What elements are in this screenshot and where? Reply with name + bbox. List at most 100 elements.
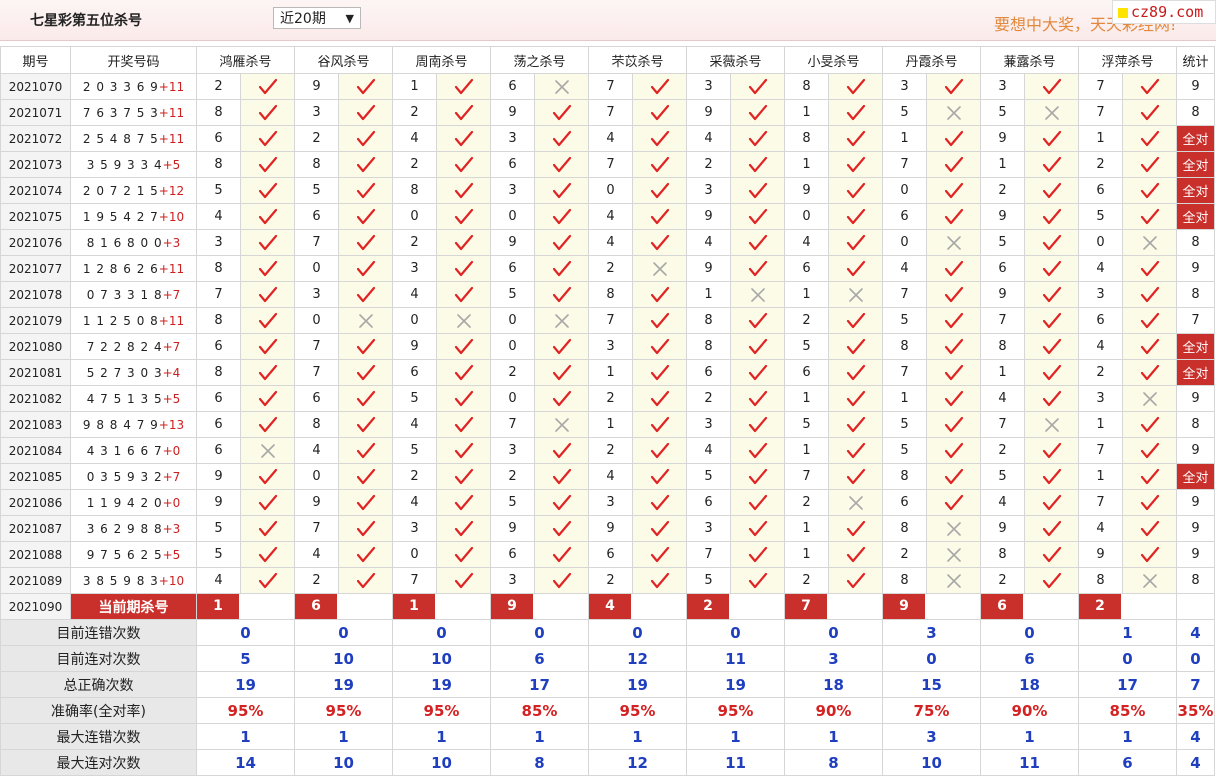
cross-icon (1026, 104, 1078, 122)
kill-number-cell: 6 (980, 255, 1025, 282)
check-icon (438, 546, 490, 564)
check-icon (1026, 286, 1078, 304)
kill-number-cell: 3 (1078, 385, 1123, 412)
summary-value: 10 (882, 749, 981, 776)
summary-value: 0 (980, 619, 1079, 646)
check-icon (830, 208, 882, 226)
kill-number-cell: 3 (686, 177, 731, 204)
check-icon (340, 286, 392, 304)
table-row: 2021075 1 9 5 4 2 7+10 4 6 0 0 4 9 0 6 9 5 全对 (0, 203, 1215, 230)
kill-number-cell: 2 (392, 151, 437, 178)
check-icon (634, 520, 686, 538)
kill-number-cell: 8 (980, 541, 1025, 568)
result-cell (926, 281, 981, 308)
check-icon (438, 364, 490, 382)
kill-number-cell: 7 (294, 229, 339, 256)
result-cell (926, 385, 981, 412)
kill-number-cell: 8 (784, 73, 829, 100)
draw-sum: +5 (162, 157, 181, 172)
check-icon (928, 468, 980, 486)
kill-number-cell: 9 (686, 255, 731, 282)
result-cell (926, 359, 981, 386)
period-select[interactable]: 近20期 ▼ (273, 7, 361, 29)
result-cell (730, 385, 785, 412)
result-cell (730, 203, 785, 230)
check-icon (634, 546, 686, 564)
draw-cell: 1 1 2 5 0 8+11 (70, 307, 197, 334)
check-icon (928, 494, 980, 512)
kill-number-cell: 9 (196, 463, 241, 490)
summary-value: 17 (490, 671, 589, 698)
draw-cell: 4 3 1 6 6 7+0 (70, 437, 197, 464)
kill-number-cell: 6 (490, 151, 535, 178)
draw-cell: 3 5 9 3 3 4+5 (70, 151, 197, 178)
result-cell (1122, 515, 1177, 542)
result-cell (338, 177, 393, 204)
table-row: 2021078 0 7 3 3 1 8+7 7 3 4 5 8 1 1 7 9 3 8 (0, 281, 1215, 308)
result-cell (730, 541, 785, 568)
kill-number-cell: 3 (490, 177, 535, 204)
check-icon (830, 104, 882, 122)
result-cell (338, 151, 393, 178)
result-cell (240, 567, 295, 594)
kill-number-cell: 4 (686, 437, 731, 464)
summary-value: 1 (1078, 619, 1177, 646)
result-cell (632, 255, 687, 282)
result-cell (1122, 281, 1177, 308)
check-icon (438, 442, 490, 460)
issue-cell: 2021086 (0, 489, 71, 516)
kill-number-cell: 1 (980, 359, 1025, 386)
check-icon (732, 546, 784, 564)
site-badge[interactable]: cz89.com (1112, 0, 1216, 24)
check-icon (830, 572, 882, 590)
kill-number-cell: 1 (1078, 411, 1123, 438)
result-cell (730, 515, 785, 542)
kill-number-cell: 8 (784, 125, 829, 152)
kill-number-cell: 6 (196, 411, 241, 438)
summary-label: 总正确次数 (0, 671, 197, 698)
kill-number-cell: 6 (196, 125, 241, 152)
draw-cell: 2 0 3 3 6 9+11 (70, 73, 197, 100)
check-icon (830, 416, 882, 434)
current-kill-cell: 6 (980, 593, 1079, 620)
kill-number-cell: 2 (588, 255, 633, 282)
kill-number-cell: 0 (588, 177, 633, 204)
summary-value: 11 (686, 645, 785, 672)
kill-number-cell: 7 (588, 73, 633, 100)
result-cell (828, 281, 883, 308)
kill-number-cell: 6 (294, 385, 339, 412)
col-stat: 统计 (1176, 46, 1215, 74)
check-icon (928, 312, 980, 330)
kill-number-cell: 6 (490, 255, 535, 282)
draw-digits: 1 1 2 5 0 8 (82, 313, 159, 328)
draw-sum: +3 (162, 235, 181, 250)
result-cell (338, 229, 393, 256)
check-icon (1026, 156, 1078, 174)
result-cell (338, 359, 393, 386)
summary-value: 0 (882, 645, 981, 672)
stat-cell: 9 (1176, 515, 1215, 542)
result-cell (1024, 385, 1079, 412)
kill-number-cell: 4 (294, 541, 339, 568)
col-expert: 谷风杀号 (294, 46, 393, 74)
summary-value: 14 (196, 749, 295, 776)
kill-number-cell: 8 (882, 333, 927, 360)
kill-number-cell: 5 (784, 411, 829, 438)
check-icon (536, 494, 588, 512)
result-cell (338, 255, 393, 282)
check-icon (1026, 442, 1078, 460)
result-cell (436, 203, 491, 230)
summary-row: 目前连错次数 0 0 0 0 0 0 0 3 0 1 4 (0, 619, 1215, 646)
kill-number-cell: 3 (686, 515, 731, 542)
current-kill-number: 9 (883, 594, 925, 619)
current-kill-cell: 1 (392, 593, 491, 620)
result-cell (730, 567, 785, 594)
result-cell (828, 229, 883, 256)
kill-number-cell: 8 (686, 333, 731, 360)
check-icon (536, 468, 588, 486)
kill-number-cell: 2 (784, 567, 829, 594)
kill-number-cell: 4 (392, 489, 437, 516)
summary-value: 1 (980, 723, 1079, 750)
result-cell (828, 203, 883, 230)
table-row: 2021083 9 8 8 4 7 9+13 6 8 4 7 1 3 5 5 7 1 8 (0, 411, 1215, 438)
